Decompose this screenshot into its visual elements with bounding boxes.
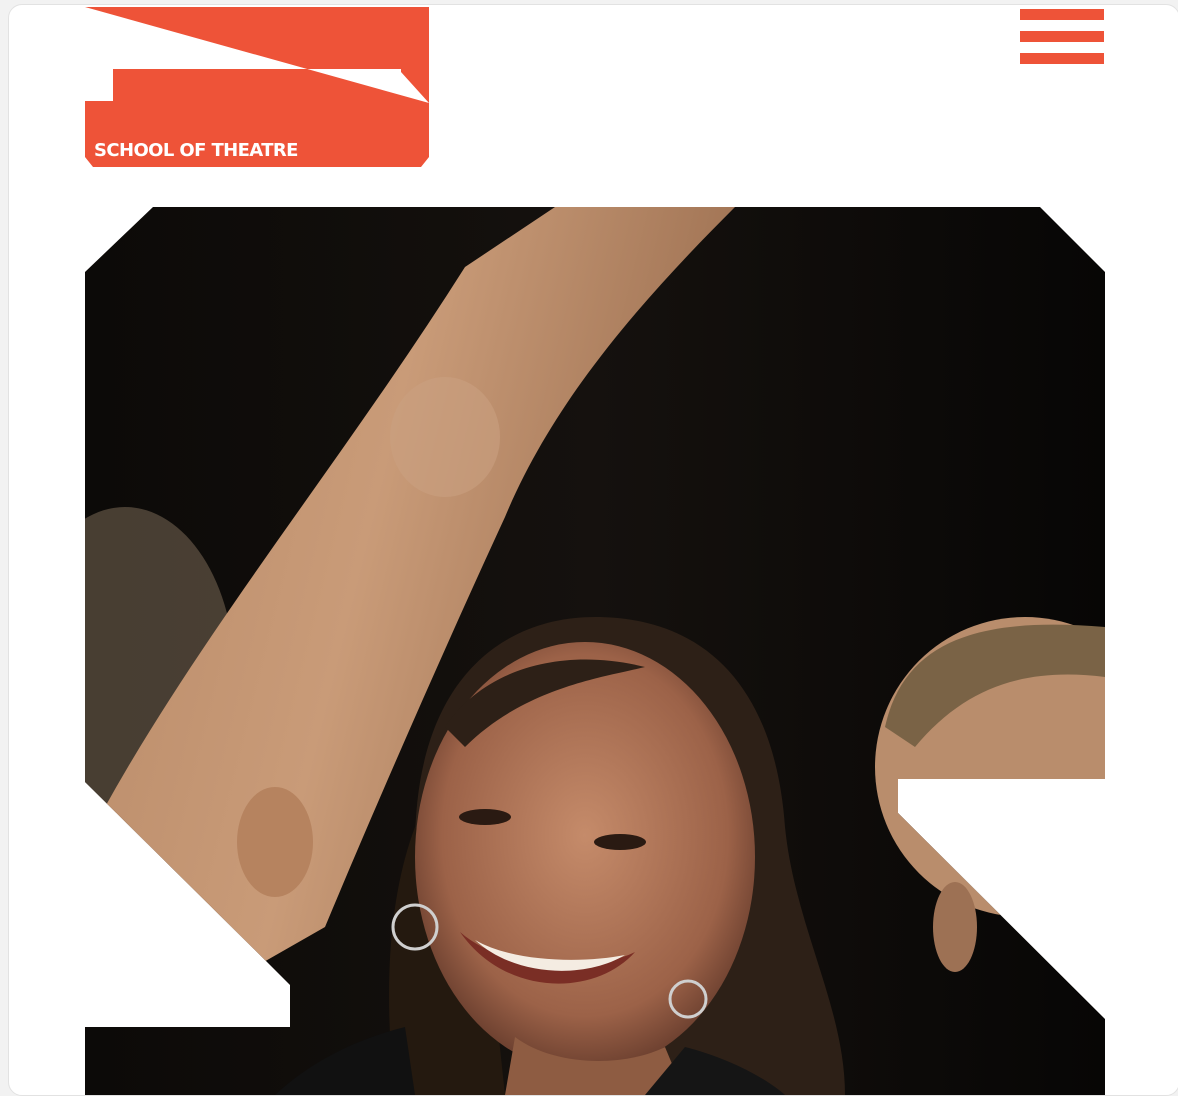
page-frame: SCHOOL OF THEATRE bbox=[8, 4, 1178, 1096]
school-logo[interactable]: SCHOOL OF THEATRE bbox=[85, 7, 429, 167]
hamburger-icon-bar bbox=[1020, 53, 1104, 64]
hero-photo bbox=[85, 207, 1105, 1095]
hero-image bbox=[85, 207, 1105, 1095]
hamburger-icon bbox=[1020, 9, 1104, 20]
hamburger-icon-bar bbox=[1020, 31, 1104, 42]
logo-text: SCHOOL OF THEATRE bbox=[94, 140, 298, 161]
menu-button[interactable] bbox=[1020, 9, 1104, 65]
